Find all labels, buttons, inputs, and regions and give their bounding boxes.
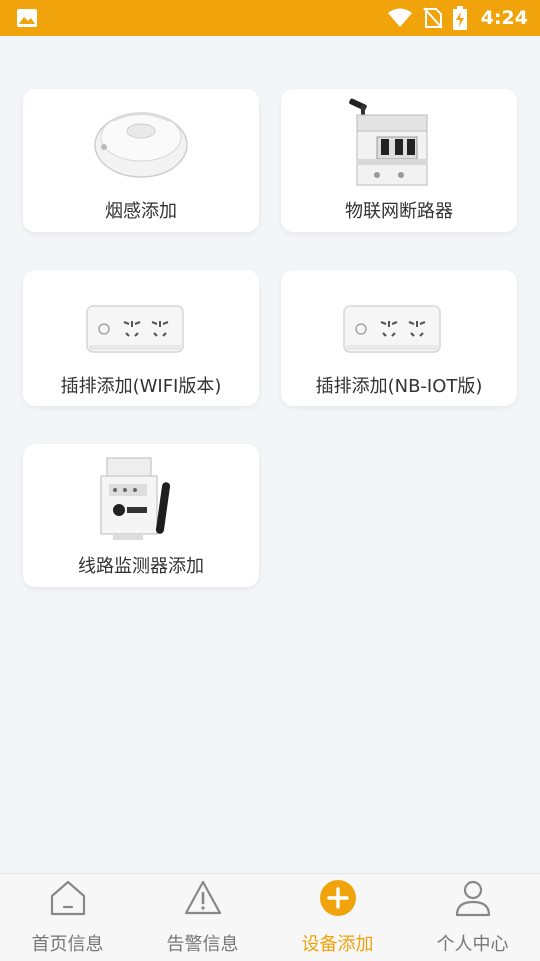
circuit-breaker-image	[349, 98, 428, 186]
power-strip-image	[343, 305, 441, 353]
wifi-icon	[387, 8, 412, 27]
device-card-smoke-detector[interactable]: 烟感添加	[23, 89, 259, 232]
device-card-circuit-breaker[interactable]: 物联网断路器	[281, 89, 517, 232]
no-sim-icon	[422, 7, 443, 29]
tab-profile[interactable]: 个人中心	[405, 874, 540, 961]
tab-alerts[interactable]: 告警信息	[135, 874, 270, 961]
status-time: 4:24	[480, 7, 528, 29]
device-label: 线路监测器添加	[78, 556, 204, 577]
tab-add-device[interactable]: 设备添加	[270, 874, 405, 961]
status-bar: 4:24	[0, 0, 540, 36]
bottom-tab-bar: 首页信息 告警信息 设备添加 个人中心	[0, 873, 540, 961]
tab-label: 告警信息	[166, 934, 239, 955]
device-card-line-monitor[interactable]: 线路监测器添加	[23, 444, 259, 587]
device-card-power-strip-nbiot[interactable]: 插排添加(NB-IOT版)	[281, 270, 517, 406]
power-strip-image	[86, 305, 184, 353]
device-label: 插排添加(WIFI版本)	[60, 376, 222, 397]
device-card-power-strip-wifi[interactable]: 插排添加(WIFI版本)	[23, 270, 259, 406]
add-circle-icon	[319, 880, 356, 916]
warning-icon	[184, 880, 221, 915]
battery-charging-icon	[452, 6, 467, 30]
tab-label: 设备添加	[301, 934, 374, 955]
tab-label: 首页信息	[31, 934, 104, 955]
device-label: 物联网断路器	[345, 201, 453, 222]
device-label: 插排添加(NB-IOT版)	[315, 376, 483, 397]
line-monitor-image	[100, 457, 171, 540]
user-icon	[455, 880, 490, 917]
home-icon	[50, 880, 85, 916]
image-notification-icon	[17, 9, 37, 27]
smoke-detector-image	[94, 112, 188, 178]
tab-home[interactable]: 首页信息	[0, 874, 135, 961]
device-label: 烟感添加	[105, 201, 177, 222]
tab-label: 个人中心	[436, 934, 509, 955]
